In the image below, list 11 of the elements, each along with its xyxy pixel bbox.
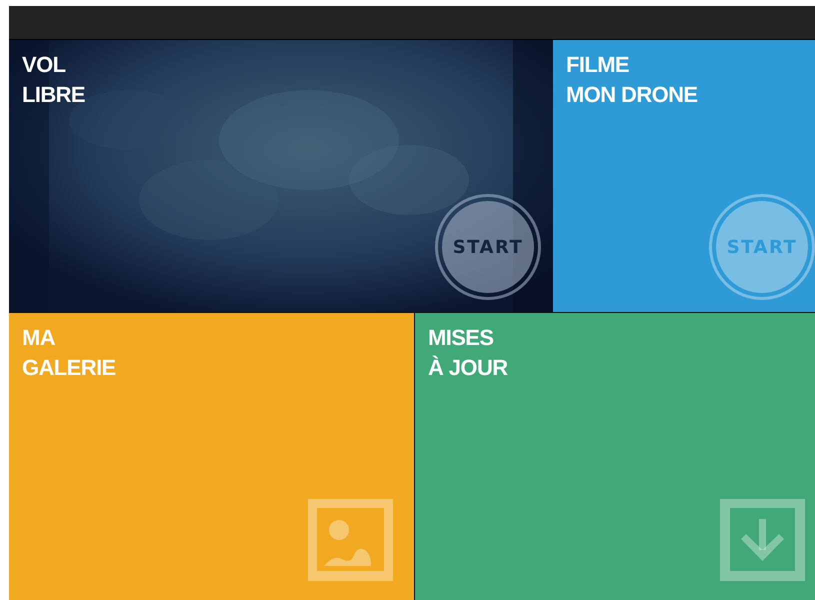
tile-background[interactable]: MISES À JOUR [415,313,815,600]
tile-title: MISES À JOUR [427,324,509,382]
start-button[interactable]: START [709,194,815,300]
image-icon [308,499,393,581]
start-button[interactable]: START [435,194,541,300]
tile-background[interactable]: MA GALERIE [9,313,414,600]
tile-title: FILME MON DRONE [565,51,698,109]
tile-title: MA GALERIE [21,324,117,382]
tile-title: VOL LIBRE [21,51,86,109]
tile-background[interactable]: FILME MON DRONE START [553,40,815,312]
download-icon [720,499,805,581]
